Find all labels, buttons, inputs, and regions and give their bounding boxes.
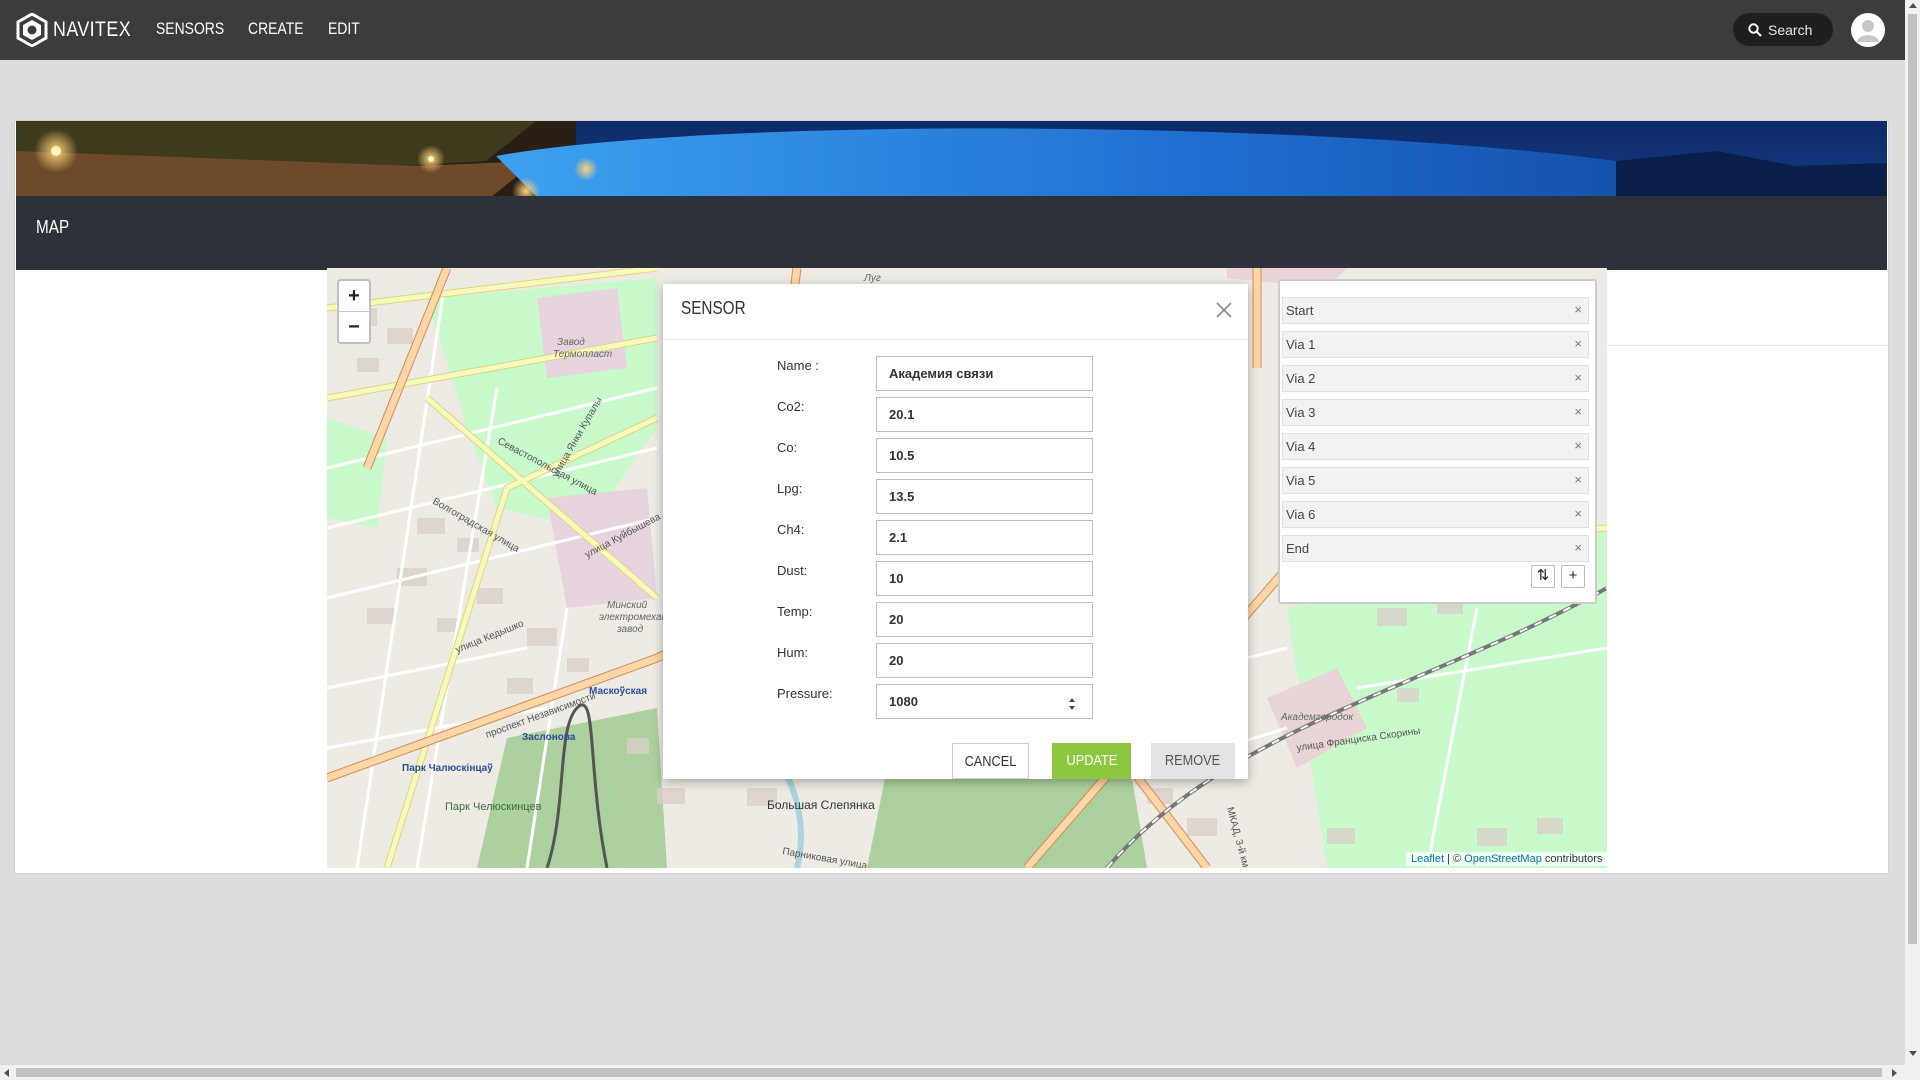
number-spinner-icon[interactable] — [1068, 694, 1076, 714]
nav-create[interactable]: CREATE — [248, 19, 304, 39]
waypoint-label: Via 6 — [1286, 507, 1316, 522]
remove-waypoint-icon[interactable]: × — [1574, 506, 1582, 521]
map-label-zavod-2: Термопласт — [553, 349, 612, 360]
field-label: Ch4: — [777, 522, 805, 537]
nav-sensors[interactable]: SENSORS — [156, 19, 224, 39]
field-label: Lpg: — [777, 481, 803, 496]
top-navbar: NAVITEX SENSORS CREATE EDIT Search — [0, 0, 1905, 60]
leaflet-link[interactable]: Leaflet — [1411, 853, 1444, 865]
scroll-down-icon[interactable] — [1909, 1051, 1917, 1056]
map-label-maskouskaya: Маскоўская — [589, 685, 647, 697]
map-label-lug: Луг — [863, 273, 881, 284]
modal-divider — [663, 339, 1248, 340]
reverse-waypoints-button[interactable]: ⇅ — [1531, 565, 1555, 588]
map-label-slepyanka: Большая Слепянка — [767, 798, 875, 812]
remove-button-label: REMOVE — [1165, 752, 1221, 769]
waypoint-input[interactable]: Via 5 × — [1282, 467, 1589, 494]
vertical-scrollbar[interactable] — [1905, 0, 1920, 1080]
field-input[interactable] — [876, 520, 1093, 555]
remove-waypoint-icon[interactable]: × — [1574, 404, 1582, 419]
map-label-zaslonova: Заслонова — [522, 732, 576, 743]
field-label: Pressure: — [777, 686, 833, 701]
remove-waypoint-icon[interactable]: × — [1574, 438, 1582, 453]
remove-button[interactable]: REMOVE — [1151, 743, 1235, 779]
add-waypoint-button[interactable]: + — [1561, 565, 1585, 588]
waypoint-label: Start — [1286, 303, 1314, 318]
vertical-scroll-thumb[interactable] — [1908, 14, 1917, 944]
map-label-akademgorodok: Академгородок — [1280, 712, 1354, 723]
scroll-right-icon[interactable] — [1892, 1069, 1897, 1077]
remove-waypoint-icon[interactable]: × — [1574, 540, 1582, 555]
waypoint-label: Via 4 — [1286, 439, 1316, 454]
waypoint-input[interactable]: Via 2 × — [1282, 365, 1589, 392]
field-label: Temp: — [777, 604, 813, 619]
field-input[interactable] — [876, 684, 1093, 719]
waypoint-label: Via 2 — [1286, 371, 1316, 386]
waypoint-label: Via 5 — [1286, 473, 1316, 488]
map-label-park-chelyuskintsev: Парк Челюскинцев — [445, 801, 542, 813]
field-label: Dust: — [777, 563, 808, 578]
map-label-minsk-3: завод — [616, 624, 644, 635]
field-input[interactable] — [876, 602, 1093, 637]
page-title: MAP — [36, 217, 70, 237]
field-input[interactable] — [876, 643, 1093, 678]
field-label: Co2: — [777, 399, 805, 414]
waypoint-input[interactable]: Via 6 × — [1282, 501, 1589, 528]
field-label: Hum: — [777, 645, 809, 660]
page-banner — [16, 121, 1887, 270]
scroll-up-icon[interactable] — [1909, 3, 1917, 8]
cancel-button[interactable]: CANCEL — [952, 743, 1029, 779]
banner-image — [16, 121, 1887, 270]
map-label-park-chalyuskintsau: Парк Чалюскінцаў — [402, 762, 493, 774]
user-avatar[interactable] — [1851, 13, 1885, 47]
waypoint-label: Via 3 — [1286, 405, 1316, 420]
scroll-left-icon[interactable] — [4, 1069, 9, 1077]
waypoint-input[interactable]: End × — [1282, 535, 1589, 562]
field-input[interactable] — [876, 397, 1093, 432]
search-label: Search — [1768, 21, 1813, 38]
remove-waypoint-icon[interactable]: × — [1574, 302, 1582, 317]
waypoint-label: End — [1286, 541, 1310, 556]
zoom-control: + − — [337, 279, 371, 344]
osm-link[interactable]: OpenStreetMap — [1464, 853, 1542, 865]
field-input[interactable] — [876, 438, 1093, 473]
waypoint-input[interactable]: Via 3 × — [1282, 399, 1589, 426]
remove-waypoint-icon[interactable]: × — [1574, 336, 1582, 351]
map-label-zavod-1: Завод — [557, 337, 585, 348]
search-button[interactable]: Search — [1733, 13, 1833, 46]
map-label-minsk-1: Минский — [607, 600, 648, 611]
field-input[interactable] — [876, 356, 1093, 391]
attribution-suffix: contributors — [1541, 853, 1603, 865]
user-icon — [1857, 20, 1879, 42]
attribution-separator: | © — [1444, 853, 1465, 865]
horizontal-scrollbar[interactable] — [0, 1065, 1905, 1080]
search-icon — [1748, 22, 1762, 37]
navitex-logo-icon — [16, 13, 48, 47]
brand[interactable]: NAVITEX — [16, 12, 145, 48]
zoom-out-button[interactable]: − — [339, 312, 369, 342]
update-button-label: UPDATE — [1066, 752, 1117, 769]
waypoint-input[interactable]: Via 1 × — [1282, 331, 1589, 358]
waypoint-input[interactable]: Via 4 × — [1282, 433, 1589, 460]
field-label: Name : — [777, 358, 819, 373]
horizontal-scroll-thumb[interactable] — [16, 1068, 1882, 1077]
waypoint-input[interactable]: Start × — [1282, 297, 1589, 324]
close-icon[interactable] — [1214, 300, 1234, 320]
waypoint-label: Via 1 — [1286, 337, 1316, 352]
brand-name: NAVITEX — [53, 18, 132, 41]
cancel-button-label: CANCEL — [964, 753, 1017, 770]
field-input[interactable] — [876, 561, 1093, 596]
remove-waypoint-icon[interactable]: × — [1574, 472, 1582, 487]
field-input[interactable] — [876, 479, 1093, 514]
map-attribution: Leaflet | © OpenStreetMap contributors — [1406, 852, 1608, 866]
zoom-in-button[interactable]: + — [339, 281, 369, 312]
modal-title: SENSOR — [681, 298, 746, 318]
nav-edit[interactable]: EDIT — [328, 19, 360, 39]
remove-waypoint-icon[interactable]: × — [1574, 370, 1582, 385]
field-label: Co: — [777, 440, 798, 455]
update-button[interactable]: UPDATE — [1052, 743, 1131, 779]
divider — [1606, 345, 1888, 346]
